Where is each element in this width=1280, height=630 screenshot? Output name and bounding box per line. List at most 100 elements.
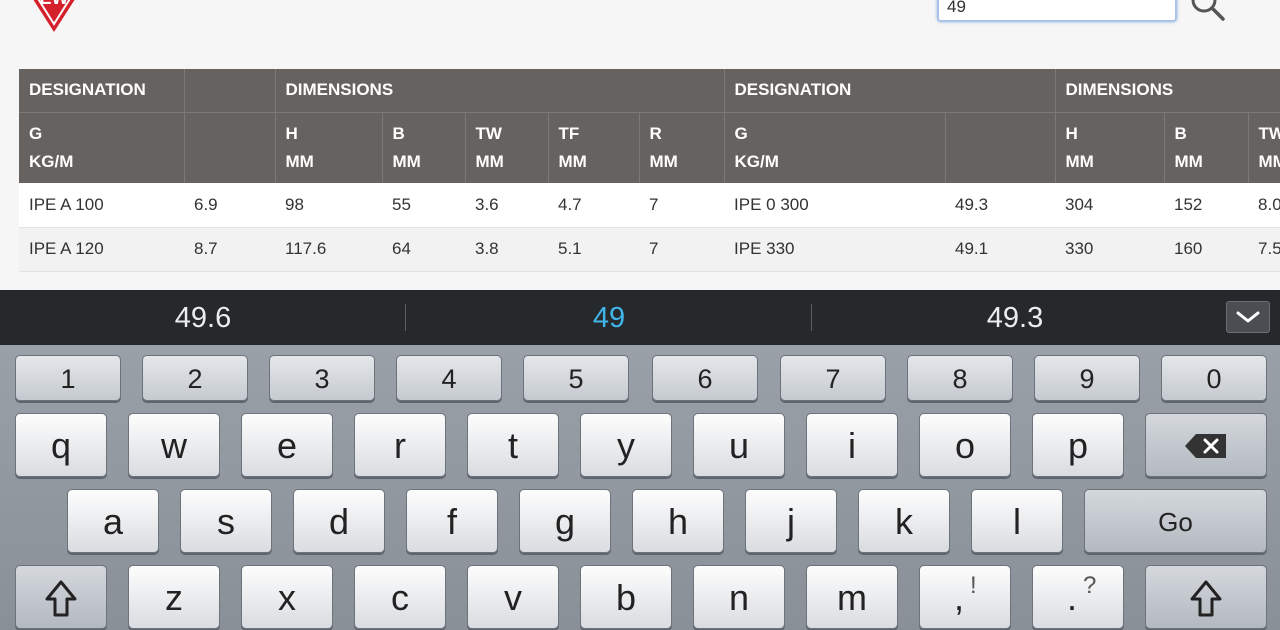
table-cell: 152 (1164, 183, 1249, 228)
key-c[interactable]: c (354, 565, 446, 629)
column-header: TF MM (548, 112, 640, 183)
comma-glyph: , (953, 577, 964, 618)
key-4[interactable]: 4 (396, 355, 502, 401)
key-u[interactable]: u (693, 413, 785, 477)
column-header-label: H (1065, 123, 1078, 143)
table-cell: 117.6 (275, 227, 382, 272)
key-3[interactable]: 3 (269, 355, 375, 401)
key-7[interactable]: 7 (780, 355, 886, 401)
column-header (945, 112, 1056, 183)
table-cell: IPE 0 300 (724, 183, 946, 228)
key-1[interactable]: 1 (15, 355, 121, 401)
column-header: B MM (1164, 112, 1249, 183)
key-q[interactable]: q (15, 413, 107, 477)
key-0[interactable]: 0 (1161, 355, 1267, 401)
group-header-dimensions-2: DIMENSIONS (1055, 69, 1280, 113)
column-header-unit: KG/M (734, 151, 779, 171)
backspace-icon (1185, 434, 1226, 458)
key-6[interactable]: 6 (652, 355, 758, 401)
table-cell: IPE A 120 (19, 227, 184, 272)
table-cell: 6.9 (184, 183, 275, 228)
ew-logo: EW (33, 0, 75, 32)
key-v[interactable]: v (467, 565, 559, 629)
key-y[interactable]: y (580, 413, 672, 477)
key-8[interactable]: 8 (907, 355, 1013, 401)
comma-key[interactable]: ,! (919, 565, 1011, 629)
app-page: EW DESIGNATION DIMENSIONS DESIGNATION DI… (0, 0, 1280, 290)
column-header: R MM (639, 112, 725, 183)
column-header: TW MM (465, 112, 549, 183)
table-row[interactable]: IPE A 100 6.9 98 55 3.6 4.7 7 IPE 0 300 49.3 304 1… (19, 183, 1280, 228)
group-header-empty (184, 69, 276, 113)
key-b[interactable]: b (580, 565, 672, 629)
search-input[interactable] (947, 0, 1167, 16)
key-p[interactable]: p (1032, 413, 1124, 477)
shift-key-right[interactable] (1145, 565, 1267, 629)
group-header-dimensions: DIMENSIONS (275, 69, 725, 113)
column-header-label: B (392, 123, 405, 143)
period-alt-glyph: ? (1083, 572, 1097, 599)
search-field[interactable] (937, 0, 1177, 22)
group-header-designation-2: DESIGNATION (724, 69, 1056, 113)
column-header: G KG/M (724, 112, 946, 183)
key-n[interactable]: n (693, 565, 785, 629)
key-5[interactable]: 5 (523, 355, 629, 401)
column-header-unit: MM (558, 151, 587, 171)
group-header-designation: DESIGNATION (19, 69, 185, 113)
key-j[interactable]: j (745, 489, 837, 553)
table-cell: 64 (382, 227, 465, 272)
key-g[interactable]: g (519, 489, 611, 553)
key-9[interactable]: 9 (1034, 355, 1140, 401)
column-header-label: H (285, 123, 298, 143)
chevron-down-icon (1236, 311, 1260, 323)
period-key[interactable]: .? (1032, 565, 1124, 629)
key-r[interactable]: r (354, 413, 446, 477)
table-cell: 3.8 (465, 227, 548, 272)
table-cell: 3.6 (465, 183, 548, 228)
table-cell: 5.1 (548, 227, 639, 272)
key-d[interactable]: d (293, 489, 385, 553)
key-o[interactable]: o (919, 413, 1011, 477)
key-e[interactable]: e (241, 413, 333, 477)
backspace-key[interactable] (1145, 413, 1267, 477)
column-header-label: TW (1258, 123, 1280, 143)
shift-key-left[interactable] (15, 565, 107, 629)
hide-keyboard-button[interactable] (1226, 301, 1270, 333)
key-2[interactable]: 2 (142, 355, 248, 401)
column-header-unit: MM (1065, 151, 1094, 171)
svg-text:EW: EW (40, 0, 69, 8)
key-m[interactable]: m (806, 565, 898, 629)
key-s[interactable]: s (180, 489, 272, 553)
table-cell: 8.7 (184, 227, 275, 272)
go-key[interactable]: Go (1084, 489, 1267, 553)
search-icon[interactable] (1190, 0, 1226, 22)
suggestion-bar: 49.6 49 49.3 (0, 290, 1280, 345)
table-cell: 7 (639, 227, 725, 272)
table-row[interactable]: IPE A 120 8.7 117.6 64 3.8 5.1 7 IPE 330 49.1 330… (19, 227, 1280, 272)
on-screen-keyboard: 1 2 3 4 5 6 7 8 9 0 q w e r t y u i o p a s d f g h j k l Go z x c v b n m,!… (0, 345, 1280, 630)
column-header-label: G (734, 123, 748, 143)
table-cell: 7 (639, 183, 725, 228)
column-header-label: TW (475, 123, 502, 143)
key-f[interactable]: f (406, 489, 498, 553)
suggestion-2[interactable]: 49 (406, 290, 812, 345)
column-header-unit: MM (1258, 151, 1280, 171)
key-w[interactable]: w (128, 413, 220, 477)
column-header-unit: MM (475, 151, 504, 171)
suggestion-1[interactable]: 49.6 (0, 290, 406, 345)
table-cell: 8.0 (1248, 183, 1280, 228)
key-x[interactable]: x (241, 565, 333, 629)
key-i[interactable]: i (806, 413, 898, 477)
key-z[interactable]: z (128, 565, 220, 629)
column-header-unit: MM (392, 151, 421, 171)
suggestion-3[interactable]: 49.3 (812, 290, 1218, 345)
key-k[interactable]: k (858, 489, 950, 553)
key-h[interactable]: h (632, 489, 724, 553)
shift-icon (45, 580, 77, 617)
key-t[interactable]: t (467, 413, 559, 477)
column-header: TW MM (1248, 112, 1280, 183)
key-l[interactable]: l (971, 489, 1063, 553)
key-a[interactable]: a (67, 489, 159, 553)
column-header: H MM (1055, 112, 1165, 183)
column-header (184, 112, 276, 183)
